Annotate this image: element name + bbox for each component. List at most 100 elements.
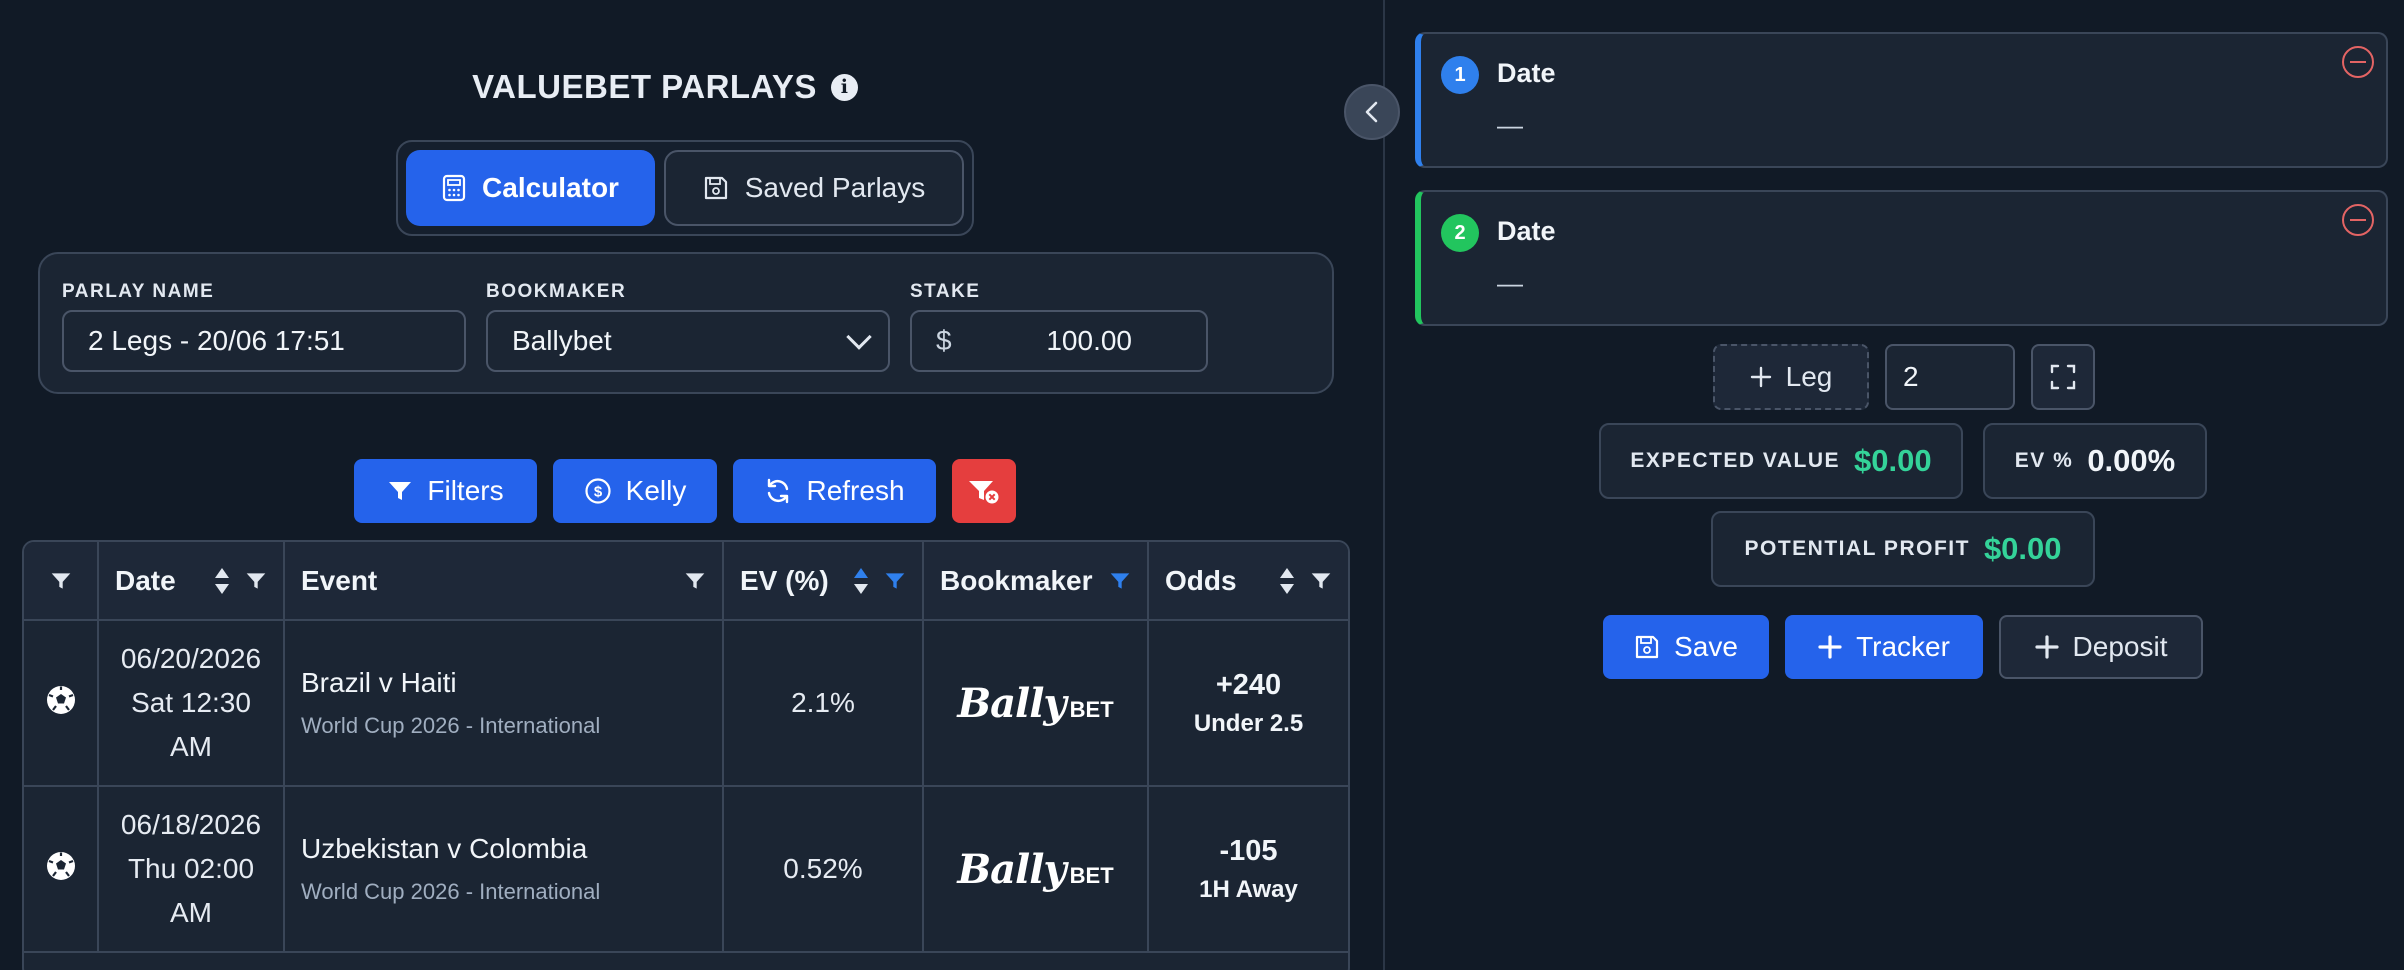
sport-cell bbox=[24, 786, 99, 953]
save-button[interactable]: Save bbox=[1603, 615, 1769, 679]
event-league: World Cup 2026 - International bbox=[301, 879, 601, 904]
refresh-label: Refresh bbox=[806, 475, 905, 506]
remove-leg-icon[interactable] bbox=[2342, 204, 2374, 236]
table-row[interactable]: 06/20/2026 Sat 12:30 AM Brazil v Haiti W… bbox=[24, 620, 1348, 787]
potential-profit-amount: $0.00 bbox=[1983, 531, 2062, 566]
leg-number-badge: 1 bbox=[1441, 56, 1479, 94]
tracker-label: Tracker bbox=[1856, 631, 1950, 662]
bookmaker-cell: Bally BET bbox=[923, 786, 1149, 953]
date-line2: Sat 12:30 bbox=[131, 687, 251, 718]
event-cell: Brazil v Haiti World Cup 2026 - Internat… bbox=[284, 620, 724, 787]
bookmaker-select[interactable]: Ballybet bbox=[486, 310, 890, 372]
bookmaker-label: BOOKMAKER bbox=[486, 281, 627, 302]
header-date[interactable]: Date bbox=[98, 542, 285, 621]
leg-card[interactable]: 2 Date — bbox=[1415, 190, 2388, 326]
odds-market: 1H Away bbox=[1199, 875, 1298, 903]
filter-icon[interactable] bbox=[1310, 570, 1332, 592]
info-icon[interactable]: i bbox=[830, 73, 858, 101]
header-sport-filter[interactable] bbox=[24, 570, 97, 592]
calculator-icon bbox=[442, 174, 466, 202]
event-name: Brazil v Haiti bbox=[301, 667, 457, 698]
bally-bet-logo: Bally BET bbox=[957, 845, 1114, 893]
tab-group: Calculator Saved Parlays bbox=[396, 140, 974, 236]
collapse-panel-button[interactable] bbox=[1344, 84, 1400, 140]
soccer-ball-icon bbox=[46, 851, 75, 880]
header-event[interactable]: Event bbox=[284, 542, 724, 621]
table-header-row: Date Event EV (%) Bookmaker Odds bbox=[24, 542, 1348, 621]
filter-icon[interactable] bbox=[1109, 570, 1131, 592]
date-cell: 06/18/2026 Thu 02:00 AM bbox=[98, 786, 285, 953]
filter-icon[interactable] bbox=[684, 570, 706, 592]
filter-icon bbox=[389, 482, 412, 500]
header-sport bbox=[24, 542, 99, 621]
parlay-table: Date Event EV (%) Bookmaker Odds 06/20/2… bbox=[22, 540, 1350, 970]
add-leg-button[interactable]: Leg bbox=[1713, 344, 1869, 410]
refresh-icon bbox=[768, 478, 789, 504]
leg-controls: Leg 2 bbox=[1713, 344, 2095, 410]
odds-market: Under 2.5 bbox=[1193, 709, 1304, 737]
kelly-button[interactable]: $ Kelly bbox=[553, 459, 717, 523]
filter-icon[interactable] bbox=[245, 570, 267, 592]
stake-input[interactable]: $ 100.00 bbox=[910, 310, 1208, 372]
header-ev-label: EV (%) bbox=[740, 564, 829, 596]
ev-percent-stat: EV % 0.00% bbox=[1983, 423, 2207, 499]
fullscreen-button[interactable] bbox=[2031, 344, 2095, 410]
parlay-name-value: 2 Legs - 20/06 17:51 bbox=[88, 325, 345, 356]
event-cell: Uzbekistan v Colombia World Cup 2026 - I… bbox=[284, 786, 724, 953]
ev-cell: 0.52% bbox=[723, 786, 924, 953]
header-odds[interactable]: Odds bbox=[1148, 542, 1348, 621]
sort-icon[interactable] bbox=[852, 566, 870, 596]
leg-title: Date bbox=[1497, 216, 1556, 246]
deposit-label: Deposit bbox=[2072, 631, 2168, 662]
clear-filters-button[interactable] bbox=[952, 459, 1016, 523]
leg-count-input[interactable]: 2 bbox=[1885, 344, 2015, 410]
table-row[interactable]: 06/18/2026 Thu 02:00 AM Uzbekistan v Col… bbox=[24, 786, 1348, 953]
header-bookmaker-label: Bookmaker bbox=[940, 564, 1093, 596]
filter-icon bbox=[51, 572, 70, 589]
ev-cell: 2.1% bbox=[723, 620, 924, 787]
header-ev[interactable]: EV (%) bbox=[723, 542, 924, 621]
refresh-button[interactable]: Refresh bbox=[733, 459, 936, 523]
remove-leg-icon[interactable] bbox=[2342, 46, 2374, 78]
odds-cell[interactable]: -105 1H Away bbox=[1148, 786, 1348, 953]
table-actions: Filters $ Kelly Refresh bbox=[354, 459, 1016, 523]
date-line3: AM bbox=[170, 731, 212, 762]
tracker-button[interactable]: Tracker bbox=[1785, 615, 1983, 679]
plus-icon bbox=[1750, 366, 1771, 388]
header-date-label: Date bbox=[115, 564, 176, 596]
title-row: VALUEBET PARLAYS i bbox=[0, 68, 1330, 106]
header-event-label: Event bbox=[301, 564, 378, 596]
floppy-disk-icon bbox=[1635, 635, 1659, 659]
potential-profit-label: POTENTIAL PROFIT bbox=[1744, 537, 1970, 560]
odds-value: +240 bbox=[1215, 668, 1282, 701]
parlay-name-input[interactable]: 2 Legs - 20/06 17:51 bbox=[62, 310, 466, 372]
leg-title: Date bbox=[1497, 58, 1556, 88]
expected-value-amount: $0.00 bbox=[1854, 443, 1932, 478]
tab-calculator[interactable]: Calculator bbox=[406, 150, 655, 226]
add-leg-label: Leg bbox=[1785, 361, 1833, 392]
header-odds-label: Odds bbox=[1165, 564, 1237, 596]
date-line1: 06/18/2026 bbox=[120, 809, 262, 840]
parlay-form: PARLAY NAME 2 Legs - 20/06 17:51 BOOKMAK… bbox=[38, 252, 1334, 394]
tab-saved-parlays[interactable]: Saved Parlays bbox=[664, 150, 964, 226]
leg-count-value: 2 bbox=[1903, 361, 1919, 392]
bally-bet-logo: Bally BET bbox=[957, 679, 1114, 727]
fullscreen-icon bbox=[2050, 364, 2076, 390]
filter-clear-icon bbox=[969, 481, 999, 504]
date-line3: AM bbox=[170, 897, 212, 928]
parlay-actions: Save Tracker Deposit bbox=[1603, 615, 2203, 679]
parlay-name-label: PARLAY NAME bbox=[62, 281, 215, 302]
soccer-ball-icon bbox=[46, 685, 75, 714]
deposit-button[interactable]: Deposit bbox=[1999, 615, 2203, 679]
sort-icon[interactable] bbox=[1278, 566, 1296, 596]
leg-number-badge: 2 bbox=[1441, 214, 1479, 252]
filter-icon[interactable] bbox=[884, 570, 906, 592]
sort-icon[interactable] bbox=[213, 566, 231, 596]
odds-cell[interactable]: +240 Under 2.5 bbox=[1148, 620, 1348, 787]
header-bookmaker[interactable]: Bookmaker bbox=[923, 542, 1149, 621]
page-title: VALUEBET PARLAYS bbox=[472, 68, 817, 105]
leg-card[interactable]: 1 Date — bbox=[1415, 32, 2388, 168]
filters-button[interactable]: Filters bbox=[354, 459, 537, 523]
floppy-disk-icon bbox=[704, 176, 727, 200]
tab-calculator-label: Calculator bbox=[482, 172, 619, 203]
